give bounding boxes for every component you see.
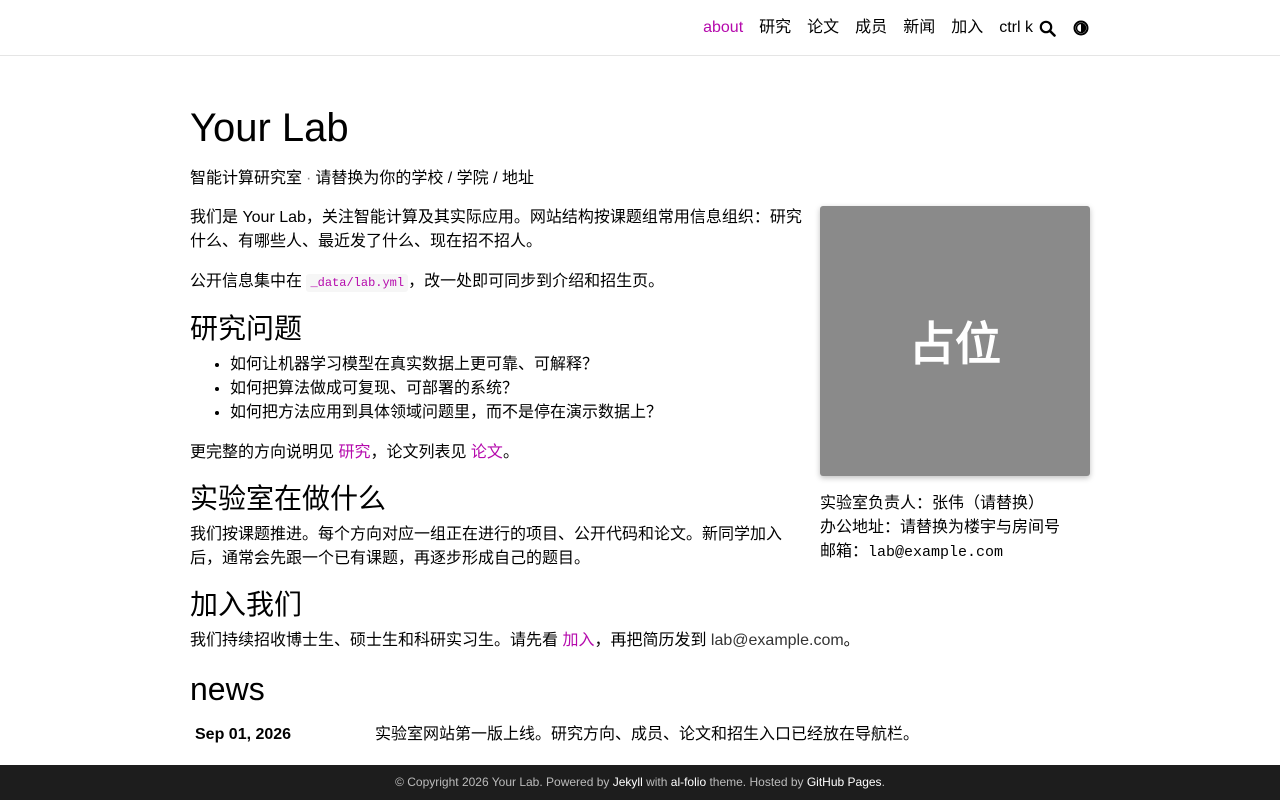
footer-end: . — [881, 775, 885, 789]
search-icon — [1039, 20, 1056, 37]
join-text-end: 。 — [843, 632, 860, 649]
nav-item-members[interactable]: 成员 — [855, 0, 887, 56]
join-text-middle: ，再把简历发到 — [594, 632, 711, 649]
alfolio-link[interactable]: al-folio — [671, 775, 706, 789]
nav-item-join[interactable]: 加入 — [951, 0, 983, 56]
join-email: lab@example.com — [710, 632, 844, 649]
theme-toggle-icon[interactable] — [1072, 19, 1090, 37]
doing-heading: 实验室在做什么 — [190, 483, 387, 514]
data-file-paragraph: 公开信息集中在 _data/lab.yml ，改一处即可同步到介绍和招生页。 — [190, 270, 805, 295]
publications-link[interactable]: 论文 — [471, 444, 503, 461]
main-content: Your Lab 智能计算研究室 · 请替换为你的学校 / 学院 / 地址 我们是 … — [190, 56, 1090, 747]
news-text: 实验室网站第一版上线。研究方向、成员、论文和招生入口已经放在导航栏。 — [375, 726, 920, 743]
search-button[interactable]: ctrl k — [999, 19, 1056, 37]
top-navbar: about 研究 论文 成员 新闻 加入 ctrl k — [0, 0, 1280, 56]
footer-theme: theme. Hosted by — [706, 775, 807, 789]
research-questions-list: 如何让机器学习模型在真实数据上更可靠、可解释？ 如何把算法做成可复现、可部署的系… — [190, 353, 805, 425]
nav-item-research[interactable]: 研究 — [759, 0, 791, 56]
pi-line: 实验室负责人：张伟（请替换） — [820, 495, 1045, 512]
nav-menu: about 研究 论文 成员 新闻 加入 ctrl k — [687, 0, 1090, 56]
email-value: lab@example.com — [868, 544, 1004, 561]
page-subtitle: 智能计算研究室 · 请替换为你的学校 / 学院 / 地址 — [190, 168, 1090, 190]
nav-item-about[interactable]: about — [703, 0, 743, 56]
intro-section: 我们是 Your Lab，关注智能计算及其实际应用。网站结构按课题组常用信息组织… — [190, 206, 1090, 571]
email-line: 邮箱：lab@example.com — [820, 540, 1090, 565]
jekyll-link[interactable]: Jekyll — [613, 775, 643, 789]
email-label: 邮箱： — [820, 543, 869, 560]
subtitle-address: 请替换为你的学校 / 学院 / 地址 — [315, 170, 535, 187]
footer-copyright: © Copyright 2026 Your Lab. Powered by — [395, 775, 613, 789]
join-paragraph: 我们持续招收博士生、硕士生和科研实习生。请先看 加入，再把简历发到 lab@ex… — [190, 629, 1090, 653]
footer-with: with — [642, 775, 671, 789]
profile-sidebar: 占位 实验室负责人：张伟（请替换） 办公地址：请替换为楼宇与房间号 邮箱：lab… — [820, 206, 1090, 565]
intro-paragraph: 我们是 Your Lab，关注智能计算及其实际应用。网站结构按课题组常用信息组织… — [190, 209, 802, 250]
join-heading: 加入我们 — [190, 589, 303, 620]
research-more-paragraph: 更完整的方向说明见 研究，论文列表见 论文。 — [190, 441, 805, 465]
subtitle-lab-name: 智能计算研究室 — [190, 170, 303, 187]
profile-image-placeholder: 占位 — [820, 206, 1090, 476]
data-file-text-after: ，改一处即可同步到介绍和招生页。 — [408, 273, 665, 290]
list-item: 如何把算法做成可复现、可部署的系统？ — [230, 377, 805, 401]
research-more-end: 。 — [502, 444, 519, 461]
list-item: 如何让机器学习模型在真实数据上更可靠、可解释？ — [230, 353, 805, 377]
news-section: news Sep 01, 2026 实验室网站第一版上线。研究方向、成员、论文和… — [190, 669, 1090, 747]
news-item: Sep 01, 2026 实验室网站第一版上线。研究方向、成员、论文和招生入口已… — [190, 723, 1090, 747]
data-file-code: _data/lab.yml — [306, 274, 409, 292]
research-link[interactable]: 研究 — [338, 444, 370, 461]
nav-item-news[interactable]: 新闻 — [903, 0, 935, 56]
news-heading: news — [190, 671, 265, 707]
site-footer: © Copyright 2026 Your Lab. Powered by Je… — [0, 765, 1280, 800]
news-date: Sep 01, 2026 — [195, 726, 292, 743]
join-section: 加入我们 我们持续招收博士生、硕士生和科研实习生。请先看 加入，再把简历发到 l… — [190, 587, 1090, 653]
office-line: 办公地址：请替换为楼宇与房间号 — [820, 519, 1061, 536]
research-more-middle: ，论文列表见 — [370, 444, 471, 461]
search-shortcut-label: ctrl k — [999, 19, 1033, 36]
doing-paragraph: 我们按课题推进。每个方向对应一组正在进行的项目、公开代码和论文。新同学加入后，通… — [190, 526, 783, 567]
subtitle-separator: · — [306, 170, 312, 187]
intro-text-column: 我们是 Your Lab，关注智能计算及其实际应用。网站结构按课题组常用信息组织… — [190, 206, 805, 571]
github-pages-link[interactable]: GitHub Pages — [807, 775, 882, 789]
research-more-text: 更完整的方向说明见 — [190, 444, 339, 461]
contact-info: 实验室负责人：张伟（请替换） 办公地址：请替换为楼宇与房间号 邮箱：lab@ex… — [820, 492, 1090, 565]
placeholder-label: 占位 — [909, 318, 1001, 370]
research-heading: 研究问题 — [190, 313, 303, 344]
data-file-text-before: 公开信息集中在 — [190, 273, 307, 290]
join-link[interactable]: 加入 — [562, 632, 594, 649]
join-text-before: 我们持续招收博士生、硕士生和科研实习生。请先看 — [190, 632, 563, 649]
page-title: Your Lab — [190, 106, 349, 150]
list-item: 如何把方法应用到具体领域问题里，而不是停在演示数据上？ — [230, 401, 805, 425]
nav-item-publications[interactable]: 论文 — [807, 0, 839, 56]
